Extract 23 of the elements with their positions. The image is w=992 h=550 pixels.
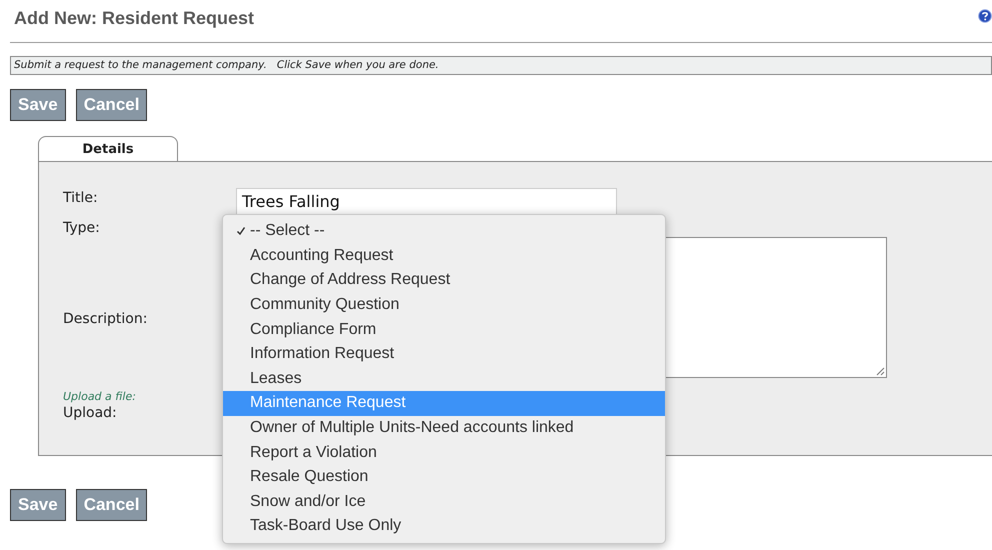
page-title: Add New: Resident Request <box>14 8 254 29</box>
menu-option[interactable]: Leases <box>223 366 665 392</box>
field-label: Title: <box>63 189 99 208</box>
resize-grip-icon[interactable] <box>876 367 885 376</box>
help-icon[interactable] <box>978 9 992 23</box>
field-label: Description: <box>63 310 148 328</box>
menu-option[interactable]: Snow and/or Ice <box>223 490 665 514</box>
instructions-bar: Submit a request to the management company. Click Save when you are done. <box>10 56 992 75</box>
menu-option[interactable]: Change of Address Request <box>223 268 665 293</box>
tab[interactable]: Details <box>38 136 178 161</box>
menu-option[interactable]: Task-Board Use Only <box>223 514 665 539</box>
menu-option[interactable]: Compliance Form <box>223 317 665 342</box>
menu-option[interactable]: Resale Question <box>223 464 665 490</box>
menu-option[interactable]: Accounting Request <box>223 244 665 268</box>
field-label: Upload: <box>63 404 118 423</box>
menu-option[interactable]: Owner of Multiple Units-Need accounts linked <box>223 416 665 440</box>
menu-option[interactable]: -- Select -- <box>223 219 665 244</box>
field-label: Type: <box>63 219 101 238</box>
menu-option[interactable]: Report a Violation <box>223 440 665 465</box>
menu-option[interactable]: Community Question <box>223 292 665 318</box>
upload-hint: Upload a file: <box>63 390 137 403</box>
menu-option[interactable]: Information Request <box>223 342 665 367</box>
title-field[interactable]: Trees Falling <box>236 188 617 216</box>
